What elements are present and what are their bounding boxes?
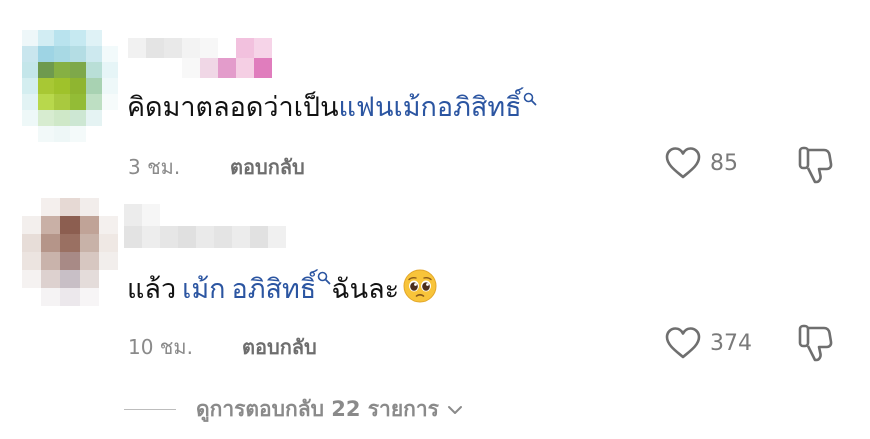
like-button[interactable]: 85 [664,146,738,180]
dislike-button[interactable] [795,144,835,190]
comment-timestamp: 3 ชม. [128,155,181,179]
like-count: 85 [710,150,738,176]
comment-text: คิดมาตลอดว่าเป็นแฟนเม้กอภิสิทธิ์ [127,90,537,126]
like-button[interactable]: 374 [664,326,752,360]
search-icon [317,271,331,285]
view-replies-button[interactable]: ดูการตอบกลับ 22 รายการ [124,393,463,426]
comment-text-plain: ฉันละ [331,274,400,305]
pleading-face-emoji [403,269,437,303]
divider [124,409,176,410]
thumbs-down-icon [798,146,833,184]
username-blurred[interactable] [124,204,286,248]
dislike-button[interactable] [795,322,835,368]
heart-icon [665,147,701,179]
comment-text: แล้ว เม้ก อภิสิทธิ์ ฉันละ [127,269,437,308]
chevron-down-icon [447,405,462,414]
mention-link[interactable]: อภิสิทธิ์ [231,274,316,305]
comment-timestamp: 10 ชม. [128,335,193,359]
thumbs-down-icon [798,324,833,362]
mention-link[interactable]: เม้ก [182,274,225,305]
view-replies-label: ดูการตอบกลับ 22 รายการ [196,397,439,421]
mention-link[interactable]: แฟนเม้กอภิสิทธิ์ [339,92,522,123]
comment-text-plain: แล้ว [127,274,177,305]
like-count: 374 [710,330,752,356]
username-blurred[interactable] [128,38,290,78]
reply-button[interactable]: ตอบกลับ [242,331,317,363]
search-icon [523,92,537,106]
avatar[interactable] [22,198,118,306]
avatar[interactable] [22,30,118,142]
comment-text-plain: คิดมาตลอดว่าเป็น [127,92,339,123]
reply-button[interactable]: ตอบกลับ [230,151,305,183]
heart-icon [665,327,701,359]
